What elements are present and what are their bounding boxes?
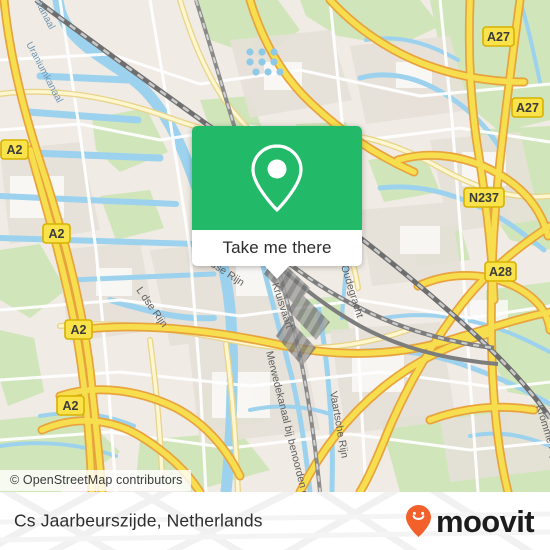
callout-pointer (265, 266, 289, 279)
map-pin-icon (251, 144, 303, 212)
road-shield-a2-4: A2 (56, 395, 85, 416)
callout-action-panel[interactable]: Take me there (192, 230, 362, 266)
svg-text:A2: A2 (7, 143, 23, 157)
location-callout-card[interactable]: Take me there (192, 126, 362, 279)
road-shield-a27-mid: A27 (511, 97, 544, 118)
location-title: Cs Jaarbeurszijde, Netherlands (14, 510, 263, 531)
svg-text:A27: A27 (487, 30, 510, 44)
road-shield-a2-3: A2 (64, 319, 93, 340)
take-me-there-label: Take me there (222, 238, 332, 257)
moovit-pin-icon (405, 505, 431, 537)
map-attribution[interactable]: © OpenStreetMap contributors (0, 470, 191, 491)
callout-icon-panel (192, 126, 362, 230)
moovit-map-screenshot: kanaal Uraniumkanaal Leidse Rijn L dse R… (0, 0, 550, 550)
road-shield-a2-2: A2 (42, 223, 71, 244)
svg-text:A27: A27 (516, 101, 539, 115)
road-shield-a28: A28 (484, 261, 517, 282)
road-shield-n237: N237 (463, 187, 505, 208)
road-shield-a27-north: A27 (482, 26, 515, 47)
svg-text:A28: A28 (489, 265, 512, 279)
svg-text:N237: N237 (469, 191, 499, 205)
svg-text:A2: A2 (49, 227, 65, 241)
moovit-wordmark: moovit (435, 503, 535, 539)
moovit-brand[interactable]: moovit (405, 503, 535, 539)
svg-text:A2: A2 (63, 399, 79, 413)
road-shield-a2-1: A2 (0, 139, 29, 160)
footer-bar: Cs Jaarbeurszijde, Netherlands moovit (0, 492, 550, 550)
svg-text:A2: A2 (71, 323, 87, 337)
